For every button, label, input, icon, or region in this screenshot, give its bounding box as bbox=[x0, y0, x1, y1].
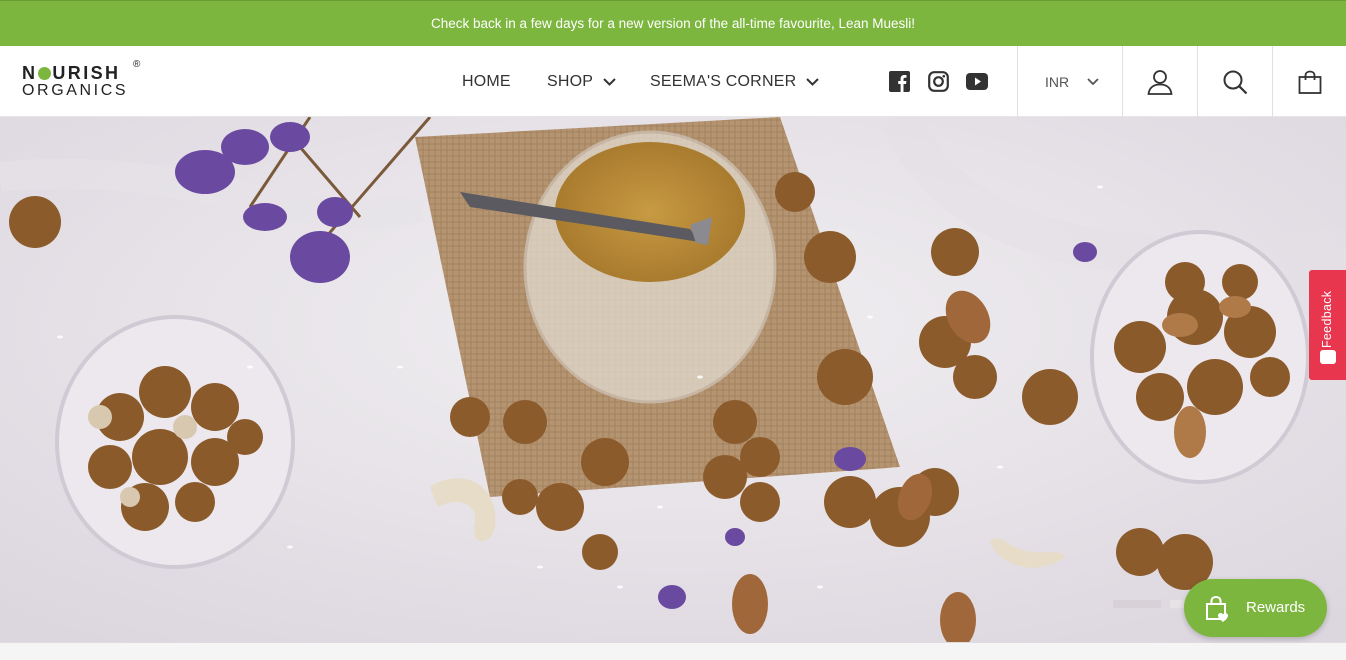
header-divider bbox=[1017, 46, 1018, 117]
instagram-icon[interactable] bbox=[927, 70, 949, 92]
slide-indicator-active[interactable] bbox=[1113, 600, 1161, 608]
feedback-tab[interactable]: Feedback bbox=[1309, 270, 1346, 380]
brand-logo[interactable]: N URISH ® ORGANICS bbox=[22, 59, 152, 102]
announcement-bar: Check back in a few days for a new versi… bbox=[0, 0, 1346, 46]
logo-dot bbox=[38, 67, 52, 80]
logo-line-2: ORGANICS bbox=[22, 82, 129, 99]
nav-shop-label: SHOP bbox=[547, 72, 594, 90]
currency-selector[interactable]: INR bbox=[1030, 46, 1114, 117]
nav-shop[interactable]: SHOP bbox=[547, 46, 616, 117]
youtube-icon[interactable] bbox=[965, 70, 989, 92]
site-header: N URISH ® ORGANICS HOME SHOP SEEMA'S CORN… bbox=[0, 46, 1346, 117]
slide-indicator[interactable] bbox=[1170, 600, 1184, 608]
rewards-label: Rewards bbox=[1246, 599, 1306, 616]
chevron-down-icon bbox=[603, 77, 616, 86]
hero-banner-image[interactable] bbox=[0, 117, 1346, 642]
announcement-text: Check back in a few days for a new versi… bbox=[431, 16, 915, 31]
logo-line-1: N URISH bbox=[22, 63, 121, 83]
nav-seemas-corner-label: SEEMA'S CORNER bbox=[650, 72, 797, 90]
rewards-launcher[interactable]: Rewards bbox=[1184, 579, 1327, 637]
account-icon[interactable] bbox=[1123, 46, 1197, 117]
chevron-down-icon bbox=[1087, 78, 1099, 85]
nav-seemas-corner[interactable]: SEEMA'S CORNER bbox=[650, 46, 820, 117]
currency-label: INR bbox=[1044, 73, 1070, 90]
hero-illustration bbox=[0, 117, 1346, 642]
logo-registered-mark: ® bbox=[133, 59, 141, 70]
cart-icon[interactable] bbox=[1273, 46, 1346, 117]
page-bottom-edge bbox=[0, 642, 1346, 660]
feedback-icon bbox=[1320, 350, 1336, 364]
search-icon[interactable] bbox=[1198, 46, 1272, 117]
feedback-label: Feedback bbox=[1320, 290, 1334, 348]
facebook-icon[interactable] bbox=[888, 70, 910, 92]
nav-home-label: HOME bbox=[462, 72, 511, 90]
shopping-bag-heart-icon bbox=[1204, 595, 1232, 628]
nav-home[interactable]: HOME bbox=[462, 46, 511, 117]
chevron-down-icon bbox=[806, 77, 820, 86]
